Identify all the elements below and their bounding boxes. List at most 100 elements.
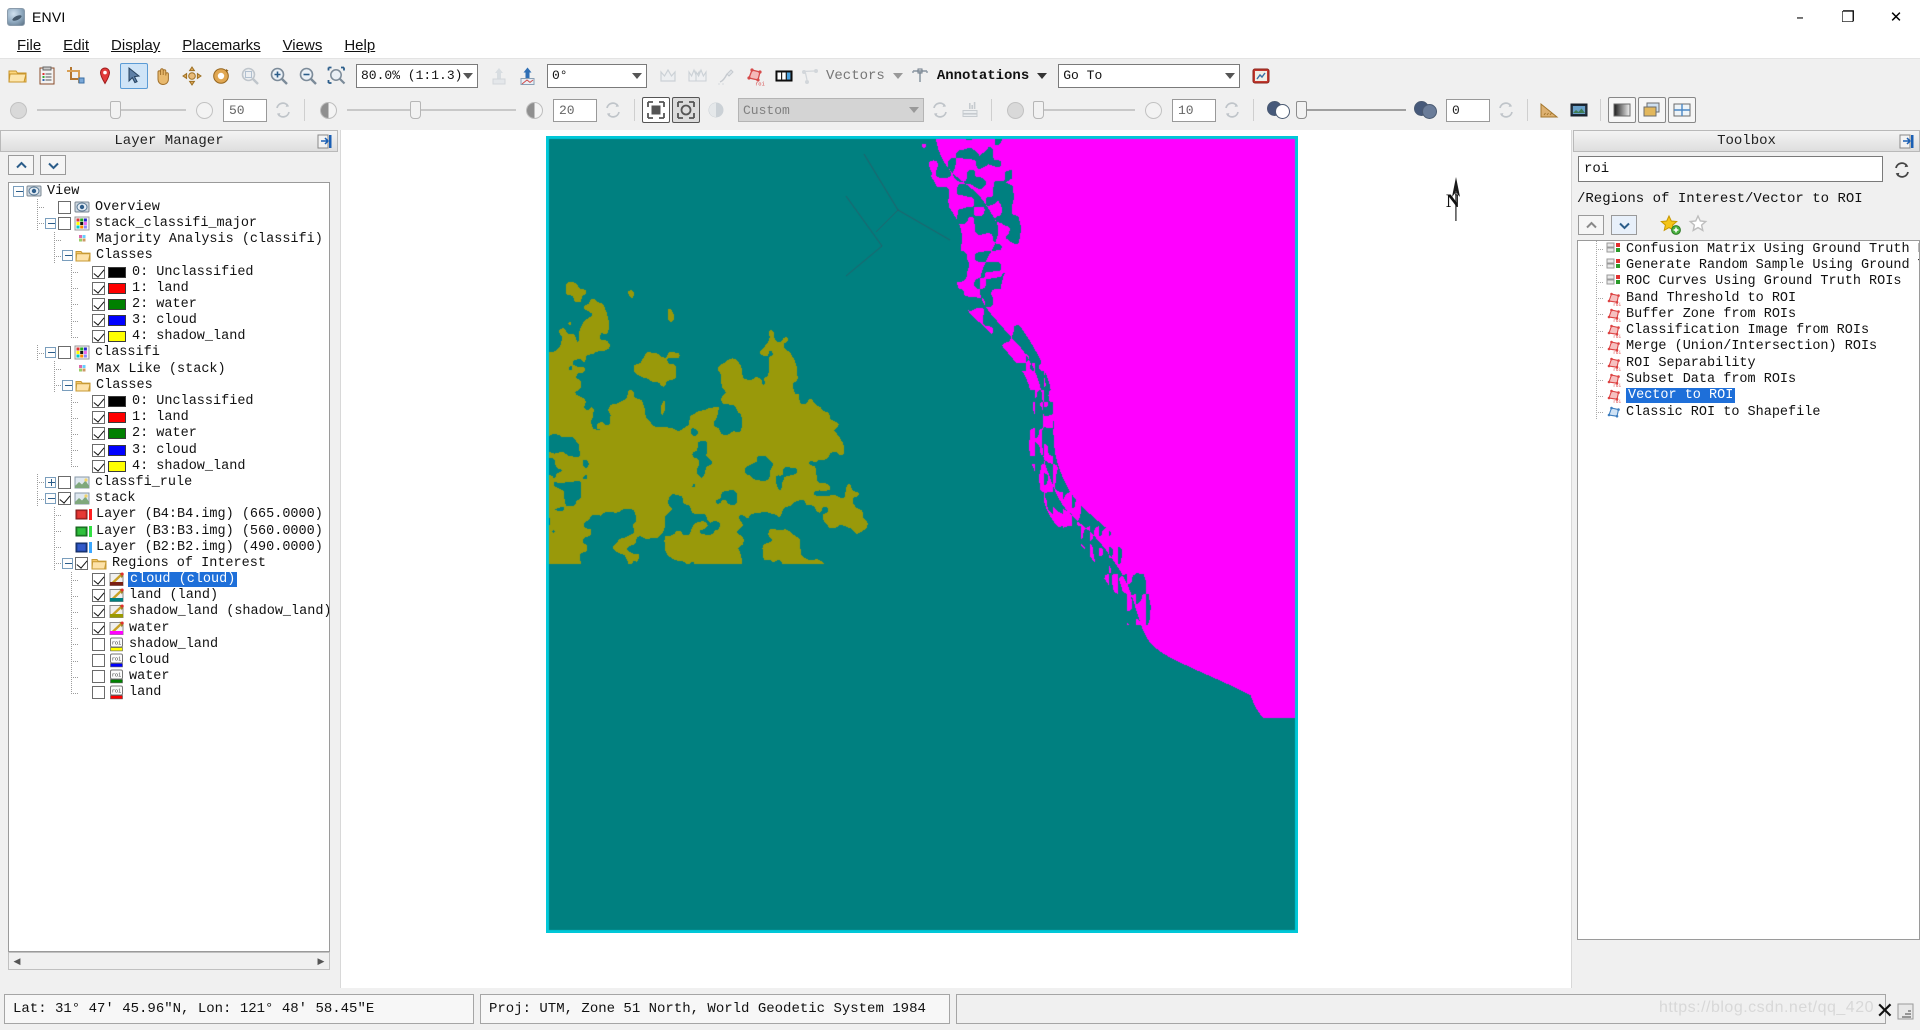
toolbox-item[interactable]: ROC Curves Using Ground Truth ROIs [1578, 273, 1919, 290]
class-color-swatch[interactable] [108, 298, 126, 310]
layer-tree-item-c2_1[interactable]: 1: land [9, 409, 329, 426]
clipboard-icon[interactable] [33, 63, 61, 89]
vectors-label[interactable]: Vectors [822, 68, 889, 84]
stretch-reset-icon[interactable] [926, 97, 954, 123]
layer-tree-item-stack[interactable]: stack [9, 490, 329, 507]
layer-visibility-checkbox[interactable] [58, 475, 71, 489]
class-color-swatch[interactable] [108, 315, 126, 327]
fit-to-selection-icon[interactable] [672, 97, 700, 123]
region-of-interest-icon[interactable]: roi [741, 63, 769, 89]
close-button[interactable]: ✕ [1872, 0, 1920, 33]
layer-visibility-checkbox[interactable] [92, 314, 105, 328]
layer-visibility-checkbox[interactable] [92, 654, 105, 668]
layer-visibility-checkbox[interactable] [92, 670, 105, 684]
cursor-value-icon[interactable] [712, 63, 740, 89]
class-color-swatch[interactable] [108, 412, 126, 424]
annotations-icon[interactable] [908, 63, 932, 89]
classification-canvas[interactable] [546, 136, 1298, 933]
layer-visibility-checkbox[interactable] [75, 556, 88, 570]
layer-tree-hscrollbar[interactable]: ◀ ▶ [8, 952, 330, 970]
layer-tree-item-maxlike[interactable]: Max Like (stack) [9, 361, 329, 378]
layer-tree-item-roi_folder[interactable]: Regions of Interest [9, 555, 329, 572]
toolbox-item[interactable]: Confusion Matrix Using Ground Truth ROI [1578, 241, 1919, 258]
layer-tree-item-c2_3[interactable]: 3: cloud [9, 442, 329, 459]
sharpen-reset-icon[interactable] [1492, 97, 1520, 123]
class-color-swatch[interactable] [108, 428, 126, 440]
layer-visibility-checkbox[interactable] [92, 395, 105, 409]
collapse-icon[interactable] [62, 250, 73, 262]
sharpen-value-field[interactable]: 0 [1446, 98, 1490, 122]
class-color-swatch[interactable] [108, 331, 126, 343]
vectors-chevron-down-icon[interactable] [892, 72, 903, 79]
transparency-slider[interactable] [37, 101, 186, 119]
toolbox-item[interactable]: roi Vector to ROI [1578, 387, 1919, 405]
layer-tree-item-overview[interactable]: Overview [9, 199, 329, 216]
layer-visibility-checkbox[interactable] [92, 621, 105, 635]
layer-tree-item-classifi[interactable]: classifi [9, 344, 329, 361]
vectors-icon[interactable] [799, 63, 821, 89]
stretch-combo[interactable]: Custom [738, 98, 924, 122]
layer-visibility-checkbox[interactable] [58, 346, 71, 360]
class-color-swatch[interactable] [108, 266, 126, 278]
brightness-reset-icon[interactable] [599, 97, 627, 123]
goto-target-icon[interactable] [1247, 63, 1275, 89]
layer-tree-item-c2_2[interactable]: 2: water [9, 425, 329, 442]
menu-help[interactable]: Help [333, 35, 386, 56]
multi-crown-icon[interactable] [683, 63, 711, 89]
minimize-button[interactable]: – [1776, 0, 1824, 33]
collapse-icon[interactable] [45, 493, 56, 505]
menu-file[interactable]: File [6, 35, 52, 56]
layer-tree-item-c2_4[interactable]: 4: shadow_land [9, 458, 329, 474]
layer-tree-item-band_b4[interactable]: Layer (B4:B4.img) (665.0000) [9, 506, 329, 523]
layer-visibility-checkbox[interactable] [92, 589, 105, 603]
menu-views[interactable]: Views [272, 35, 334, 56]
contrast-slider[interactable] [1033, 101, 1135, 119]
layer-visibility-checkbox[interactable] [58, 492, 71, 506]
toolbox-item[interactable]: roi Subset Data from ROIs [1578, 371, 1919, 389]
layer-visibility-checkbox[interactable] [92, 281, 105, 295]
classified-raster[interactable] [546, 136, 1298, 933]
layer-visibility-checkbox[interactable] [92, 459, 105, 473]
rotate-icon[interactable] [207, 63, 235, 89]
layer-tree-item-roi_shadow[interactable]: roi shadow_land [9, 636, 329, 653]
zoom-to-fit-icon[interactable] [236, 63, 264, 89]
collapse-icon[interactable] [45, 217, 56, 229]
pin-panel-icon[interactable] [1899, 134, 1915, 149]
star-add-icon[interactable] [1659, 214, 1681, 236]
transparency-reset-icon[interactable] [269, 97, 297, 123]
crown-icon[interactable] [654, 63, 682, 89]
goto-combo[interactable]: Go To [1058, 63, 1241, 88]
chevron-up-icon[interactable] [8, 155, 34, 175]
chevron-down-icon[interactable] [1611, 215, 1637, 235]
class-color-swatch[interactable] [108, 444, 126, 456]
menu-placemarks[interactable]: Placemarks [171, 35, 271, 56]
layer-tree-item-classfi_rule[interactable]: classfi_rule [9, 474, 329, 491]
layer-tree-item-c2_0[interactable]: 0: Unclassified [9, 393, 329, 410]
chevron-right-icon[interactable]: ▶ [313, 953, 329, 969]
chevron-down-icon[interactable] [40, 155, 66, 175]
north-up-icon[interactable] [514, 63, 542, 89]
zoom-region-icon[interactable] [323, 63, 351, 89]
annotations-chevron-down-icon[interactable] [1037, 72, 1048, 79]
grayscale-portal-icon[interactable] [1608, 97, 1636, 123]
layer-tree-item-classes_2[interactable]: Classes [9, 377, 329, 394]
contrast-slider-handle[interactable] [1033, 101, 1044, 119]
star-remove-icon[interactable] [1688, 214, 1710, 236]
contrast-value-field[interactable]: 10 [1172, 98, 1216, 122]
open-file-icon[interactable] [4, 63, 32, 89]
chevron-left-icon[interactable]: ◀ [9, 953, 25, 969]
layer-tree-item-roi_cloud_v[interactable]: cloud (cloud) [9, 571, 329, 588]
blend-portal-icon[interactable] [1638, 97, 1666, 123]
expand-icon[interactable] [45, 476, 56, 488]
toolbox-item[interactable]: roi Buffer Zone from ROIs [1578, 306, 1919, 324]
contrast-reset-icon[interactable] [1218, 97, 1246, 123]
class-color-swatch[interactable] [108, 396, 126, 408]
layer-tree-item-roi_shadow_v[interactable]: shadow_land (shadow_land) [9, 603, 329, 620]
annotations-label[interactable]: Annotations [933, 68, 1033, 84]
layer-tree-item-classes_1[interactable]: Classes [9, 247, 329, 264]
transparency-slider-handle[interactable] [110, 101, 121, 119]
layer-tree-item-band_b2[interactable]: Layer (B2:B2.img) (490.0000) [9, 539, 329, 556]
layer-visibility-checkbox[interactable] [92, 605, 105, 619]
image-view[interactable] [340, 130, 1572, 988]
rotation-combo[interactable]: 0° [547, 63, 647, 88]
